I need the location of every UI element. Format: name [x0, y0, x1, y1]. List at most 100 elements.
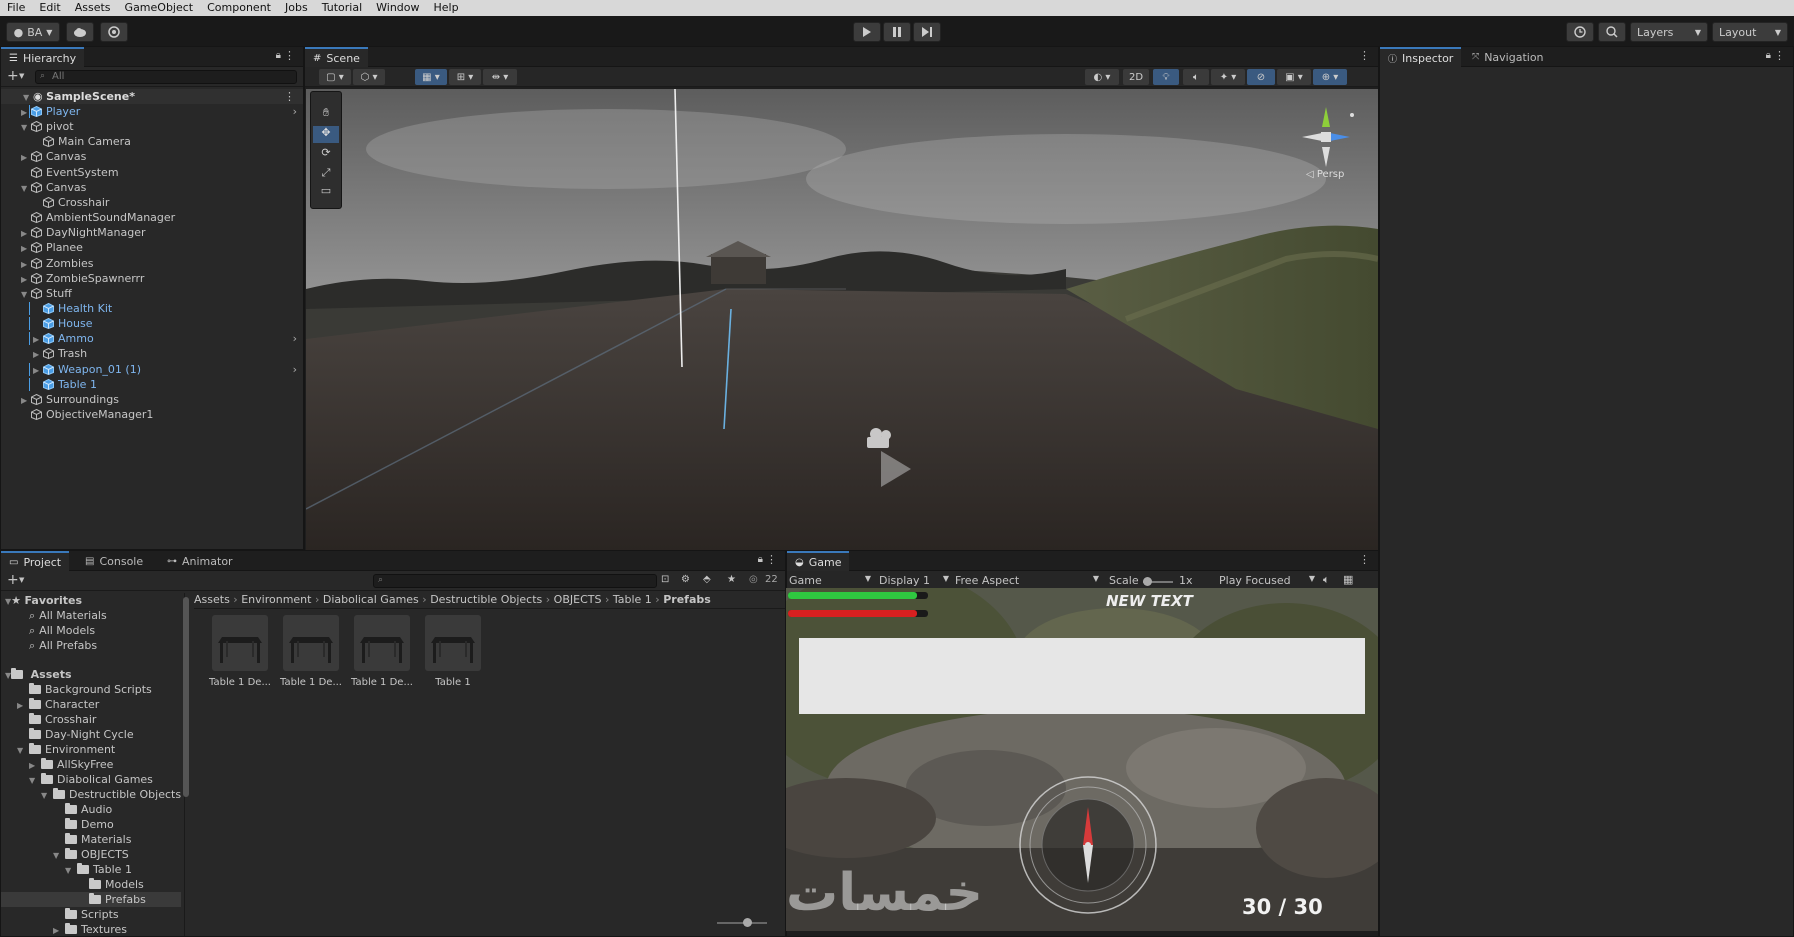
filter-type-icon[interactable]: ⚙︎ — [681, 574, 690, 585]
create-button[interactable]: + — [7, 572, 19, 588]
folder-item[interactable]: Crosshair — [1, 712, 181, 727]
breadcrumb-item[interactable]: OBJECTS — [554, 593, 602, 606]
folder-item[interactable]: Prefabs — [1, 892, 181, 907]
gizmos-dropdown[interactable]: ⊕ ▾ — [1313, 69, 1347, 85]
favorite-item[interactable]: ⌕ All Materials — [29, 608, 107, 623]
menu-item-help[interactable]: Help — [427, 0, 466, 16]
stats-icon[interactable]: ▦ — [1343, 573, 1353, 586]
chevron-down-icon[interactable]: ▼ — [19, 72, 24, 80]
tab-navigation[interactable]: ⤧ Navigation — [1464, 47, 1552, 67]
project-search-input[interactable]: ⌕ — [373, 574, 657, 588]
folder-item[interactable]: Day-Night Cycle — [1, 727, 181, 742]
hierarchy-item[interactable]: ▼ Canvas — [1, 180, 303, 195]
hand-tool-icon[interactable]: ✋︎ — [313, 106, 339, 123]
orientation-gizmo[interactable]: ◁ Persp — [1296, 101, 1366, 186]
tab-inspector[interactable]: ⓘ Inspector — [1380, 47, 1462, 67]
search-filter-icon[interactable]: ⊡ — [661, 574, 669, 585]
tree-scrollbar[interactable] — [183, 597, 189, 797]
hierarchy-item[interactable]: ▼ Stuff — [1, 286, 303, 301]
hierarchy-item[interactable]: ▶ Zombies — [1, 256, 303, 271]
hierarchy-item[interactable]: House — [1, 316, 303, 331]
expand-arrow-icon[interactable]: ▼ — [21, 181, 31, 196]
favorite-item[interactable]: ⌕ All Prefabs — [29, 638, 97, 653]
folder-item[interactable]: Materials — [1, 832, 181, 847]
favorite-item[interactable]: ⌕ All Models — [29, 623, 95, 638]
expand-arrow-icon[interactable]: ▼ — [53, 848, 65, 863]
menu-item-file[interactable]: File — [0, 0, 32, 16]
breadcrumb-item[interactable]: Diabolical Games — [323, 593, 419, 606]
menu-item-window[interactable]: Window — [369, 0, 426, 16]
hierarchy-item[interactable]: ▼ pivot — [1, 119, 303, 134]
account-dropdown[interactable]: ● BA ▼ — [6, 22, 60, 42]
hierarchy-item[interactable]: ▶ Player › — [1, 104, 303, 119]
game-mode-dropdown[interactable]: Game ▼ — [789, 574, 871, 587]
hierarchy-item[interactable]: ▶ ZombieSpawnerrr — [1, 271, 303, 286]
grid-snap-dropdown[interactable]: ▦ ▾ — [415, 69, 447, 85]
move-tool-icon[interactable]: ✥ — [313, 126, 339, 143]
pause-button[interactable] — [883, 22, 911, 42]
expand-arrow-icon[interactable]: ▶ — [21, 226, 31, 241]
breadcrumb-item[interactable]: Destructible Objects — [430, 593, 542, 606]
menu-item-jobs[interactable]: Jobs — [278, 0, 315, 16]
lock-icon[interactable]: 🔒︎ — [1766, 50, 1771, 61]
more-menu-icon[interactable]: ⋮ — [1359, 49, 1370, 62]
lock-icon[interactable]: 🔒︎ — [276, 50, 281, 61]
expand-arrow-icon[interactable]: ▶ — [21, 241, 31, 256]
lock-icon[interactable]: 🔒︎ — [758, 554, 763, 565]
expand-arrow-icon[interactable]: ▶ — [53, 923, 65, 936]
expand-arrow-icon[interactable]: ▼ — [41, 788, 53, 803]
hierarchy-search-input[interactable]: ⌕ All — [35, 70, 297, 84]
expand-arrow-icon[interactable]: ▶ — [29, 758, 41, 773]
expand-arrow-icon[interactable]: ▼ — [29, 773, 41, 788]
collab-button[interactable] — [100, 22, 128, 42]
folder-item[interactable]: ▶ Textures — [1, 922, 181, 936]
folder-item[interactable]: Models — [1, 877, 181, 892]
label-icon[interactable]: ⬘ — [703, 574, 711, 585]
hierarchy-item[interactable]: Table 1 — [1, 377, 303, 392]
expand-arrow-icon[interactable]: ▼ — [17, 743, 29, 758]
chevron-down-icon[interactable]: ▼ — [19, 576, 24, 584]
expand-arrow-icon[interactable]: ▶ — [21, 272, 31, 287]
layers-dropdown[interactable]: Layers ▼ — [1630, 22, 1708, 42]
hierarchy-item[interactable]: AmbientSoundManager — [1, 210, 303, 225]
folder-item[interactable]: ▶ AllSkyFree — [1, 757, 181, 772]
scene-viewport[interactable]: ✋︎ ✥ ⟳ ⤢ ▭ ◁ Persp — [306, 89, 1378, 551]
menu-item-component[interactable]: Component — [200, 0, 278, 16]
breadcrumb-item[interactable]: Assets — [194, 593, 230, 606]
tab-project[interactable]: ▭ Project — [1, 551, 70, 571]
folder-item[interactable]: ▼ Environment — [1, 742, 181, 757]
breadcrumb-item[interactable]: Table 1 — [613, 593, 652, 606]
expand-arrow-icon[interactable]: ▶ — [33, 363, 43, 378]
scene-row[interactable]: ▼ ◉ SampleScene* ⋮ — [1, 89, 303, 104]
asset-item[interactable]: Table 1 — [421, 615, 485, 695]
hierarchy-item[interactable]: ▶ Canvas — [1, 149, 303, 164]
more-menu-icon[interactable]: ⋮ — [284, 49, 295, 62]
more-menu-icon[interactable]: ⋮ — [1774, 49, 1785, 62]
breadcrumb-item[interactable]: Prefabs — [663, 593, 711, 606]
hierarchy-item[interactable]: ▶ Surroundings — [1, 392, 303, 407]
folder-item[interactable]: ▼ Diabolical Games — [1, 772, 181, 787]
hierarchy-item[interactable]: Health Kit — [1, 301, 303, 316]
star-icon[interactable]: ★ — [727, 574, 736, 585]
tab-animator[interactable]: ⊶ Animator — [159, 551, 241, 571]
folder-item[interactable]: ▼ OBJECTS — [1, 847, 181, 862]
folder-item[interactable]: Demo — [1, 817, 181, 832]
expand-arrow-icon[interactable]: ▶ — [17, 698, 29, 713]
breadcrumb-item[interactable]: Environment — [241, 593, 311, 606]
mute-audio-icon[interactable]: 🔈︎ — [1323, 573, 1330, 587]
folder-item[interactable]: Audio — [1, 802, 181, 817]
expand-arrow-icon[interactable]: ▼ — [65, 863, 77, 878]
folder-item[interactable]: ▼ Destructible Objects — [1, 787, 181, 802]
hierarchy-item[interactable]: ▶ Ammo › — [1, 331, 303, 346]
hierarchy-item[interactable]: ▶ DayNightManager — [1, 225, 303, 240]
hierarchy-item[interactable]: Main Camera — [1, 134, 303, 149]
hierarchy-item[interactable]: ObjectiveManager1 — [1, 407, 303, 422]
hidden-packages-icon[interactable]: ◎ — [749, 574, 758, 585]
camera-settings-dropdown[interactable]: ▣ ▾ — [1277, 69, 1311, 85]
hierarchy-item[interactable]: ▶ Weapon_01 (1) › — [1, 362, 303, 377]
more-menu-icon[interactable]: ⋮ — [284, 89, 295, 104]
expand-arrow-icon[interactable]: ▼ — [21, 287, 31, 302]
hidden-objects-toggle[interactable]: ⊘ — [1247, 69, 1275, 85]
history-button[interactable] — [1566, 22, 1594, 42]
expand-arrow-icon[interactable]: ▶ — [21, 150, 31, 165]
